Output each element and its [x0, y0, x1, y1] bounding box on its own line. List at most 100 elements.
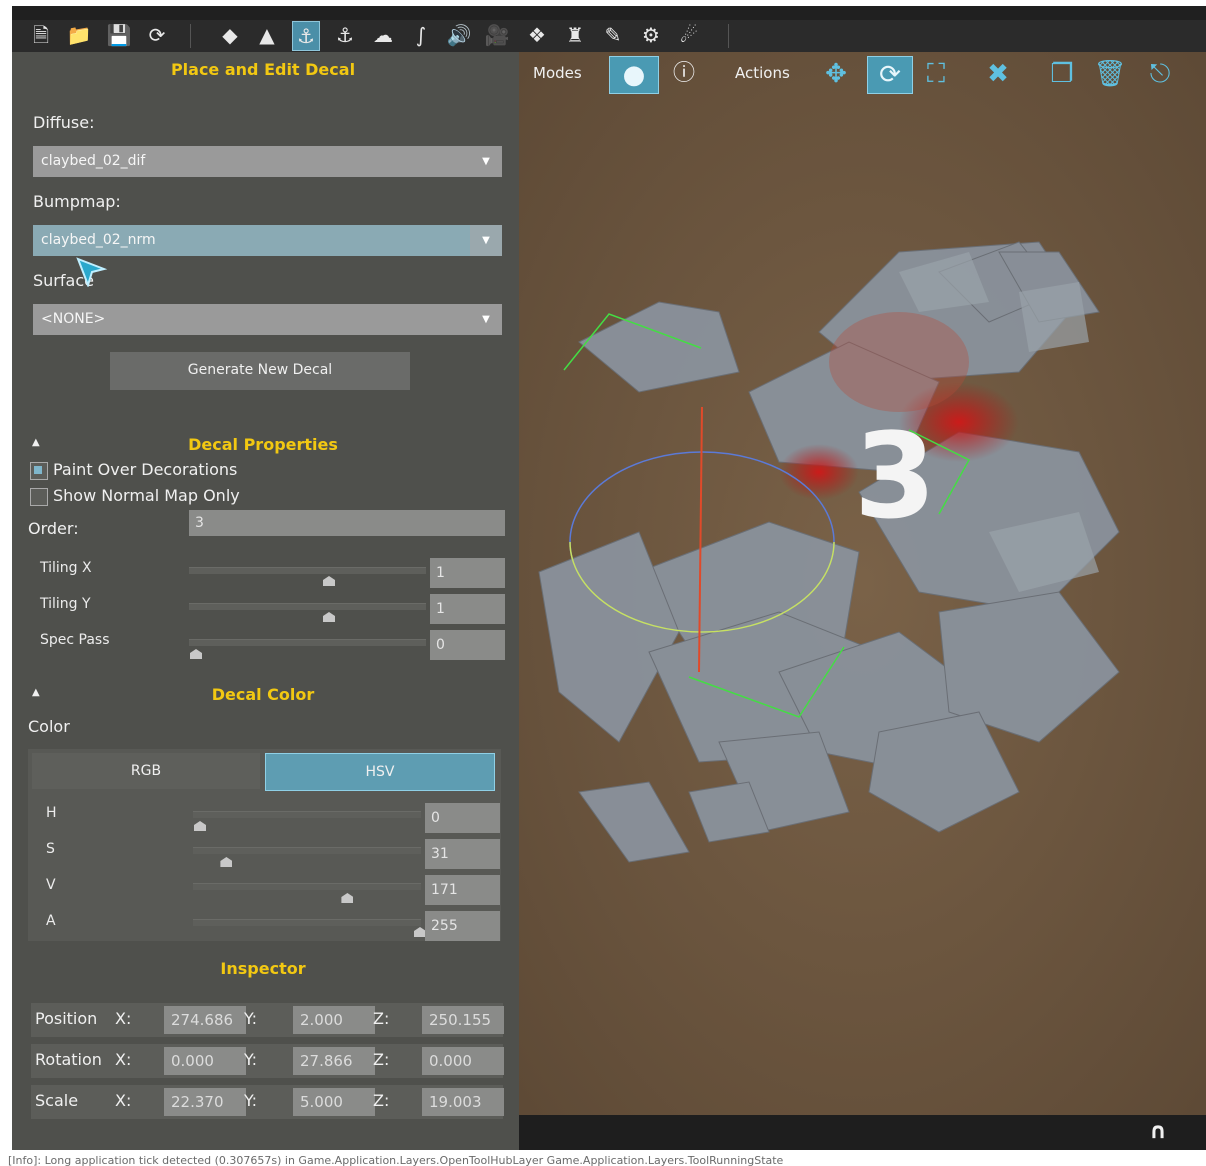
paint-icon[interactable]: ✎ [600, 21, 626, 49]
viewport-toolbar: Modes ● ⓘ Actions ✥ ⟳ ⛶ ✖ ❐ 🗑 ⎋ [519, 52, 1206, 96]
rotate-icon[interactable]: ⟳ [867, 56, 913, 94]
tiling-y-slider[interactable] [189, 603, 426, 610]
duplicate-icon[interactable]: ❐ [1045, 56, 1079, 92]
tab-rgb[interactable]: RGB [32, 753, 260, 789]
z-axis-label: Z: [373, 1050, 390, 1069]
sound-icon[interactable]: 🔊 [446, 21, 472, 49]
channel-v-input[interactable]: 171 [425, 875, 500, 905]
scale-y-input[interactable]: 5.000 [293, 1088, 375, 1116]
tiling-y-label: Tiling Y [40, 596, 91, 612]
inspector-row-scale: Scale X: 22.370 Y: 5.000 Z: 19.003 [31, 1085, 504, 1119]
panel-title: Place and Edit Decal [170, 60, 356, 79]
slider-handle[interactable] [323, 612, 335, 622]
actions-label: Actions [735, 64, 790, 82]
save-icon[interactable]: 💾 [106, 21, 132, 49]
generate-decal-button[interactable]: Generate New Decal [110, 352, 410, 390]
scale-icon[interactable]: ⛶ [919, 56, 953, 92]
diffuse-dropdown[interactable]: claybed_02_dif ▼ [33, 146, 502, 177]
channel-a-slider[interactable] [193, 919, 421, 926]
color-picker: RGB HSV H 0 S 31 V 171 A 255 [28, 749, 501, 941]
scale-x-input[interactable]: 22.370 [164, 1088, 246, 1116]
slider-handle[interactable] [194, 821, 206, 831]
mesh-icon[interactable]: ❖ [524, 21, 550, 49]
diffuse-value: claybed_02_dif [41, 153, 146, 169]
decal-mode-icon[interactable]: ● [609, 56, 659, 94]
river-icon[interactable]: ∫ [408, 21, 434, 49]
info-icon[interactable]: ⓘ [667, 56, 701, 92]
position-y-input[interactable]: 2.000 [293, 1006, 375, 1034]
shape-icon[interactable]: ♜ [562, 21, 588, 49]
bumpmap-label: Bumpmap: [33, 192, 121, 211]
rotation-y-input[interactable]: 27.866 [293, 1047, 375, 1075]
camera-icon[interactable]: 🎥 [484, 21, 510, 49]
channel-h-label: H [46, 805, 57, 821]
row-label: Scale [35, 1091, 79, 1110]
spec-pass-input[interactable]: 0 [430, 630, 505, 660]
order-input[interactable]: 3 [189, 510, 505, 536]
tiling-x-input[interactable]: 1 [430, 558, 505, 588]
channel-s-slider[interactable] [193, 847, 421, 854]
x-axis-label: X: [115, 1009, 132, 1028]
channel-s-label: S [46, 841, 55, 857]
slider-handle[interactable] [190, 649, 202, 659]
channel-a-input[interactable]: 255 [425, 911, 500, 941]
main-toolbar: 🗎 📁 💾 ⟳ ◆ ▲ ⚓ ⚓ ☁ ∫ 🔊 🎥 ❖ ♜ ✎ ⚙ ☄ [12, 20, 1206, 52]
y-axis-label: Y: [244, 1009, 258, 1028]
z-axis-label: Z: [373, 1091, 390, 1110]
surface-dropdown[interactable]: <NONE> ▼ [33, 304, 502, 335]
terrain-icon[interactable]: ◆ [217, 21, 243, 49]
decal-edit-icon[interactable]: ⚓ [332, 21, 358, 49]
diffuse-label: Diffuse: [33, 113, 95, 132]
spec-pass-slider[interactable] [189, 639, 426, 646]
channel-h-input[interactable]: 0 [425, 803, 500, 833]
scale-z-input[interactable]: 19.003 [422, 1088, 504, 1116]
forest-icon[interactable]: ▲ [254, 21, 280, 49]
tiling-x-label: Tiling X [40, 560, 92, 576]
open-folder-icon[interactable]: 📁 [66, 21, 92, 49]
position-z-input[interactable]: 250.155 [422, 1006, 504, 1034]
paint-over-checkbox[interactable] [30, 462, 48, 480]
spec-pass-label: Spec Pass [40, 632, 110, 648]
channel-v-slider[interactable] [193, 883, 421, 890]
slider-handle[interactable] [323, 576, 335, 586]
pin-icon[interactable]: ☄ [676, 21, 702, 49]
gear-icon[interactable]: ⚙ [638, 21, 664, 49]
position-x-input[interactable]: 274.686 [164, 1006, 246, 1034]
trash-icon[interactable]: 🗑 [1093, 56, 1127, 92]
slider-handle[interactable] [220, 857, 233, 867]
z-axis-label: Z: [373, 1009, 390, 1028]
chevron-down-icon: ▼ [482, 156, 490, 167]
normal-only-checkbox[interactable] [30, 488, 48, 506]
tab-hsv[interactable]: HSV [265, 753, 495, 791]
top-strip [12, 6, 1206, 20]
toolbar-divider [190, 24, 191, 48]
channel-s-input[interactable]: 31 [425, 839, 500, 869]
magnet-icon[interactable]: ∩ [1149, 1119, 1167, 1144]
channel-h-slider[interactable] [193, 811, 421, 818]
x-axis-label: X: [115, 1050, 132, 1069]
scene-viewport[interactable]: 3 Modes ● ⓘ Actions ✥ ⟳ ⛶ ✖ ❐ 🗑 ⎋ [519, 52, 1206, 1115]
channel-v-label: V [46, 877, 56, 893]
move-icon[interactable]: ✥ [819, 56, 853, 92]
cloud-icon[interactable]: ☁ [370, 21, 396, 49]
rotation-x-input[interactable]: 0.000 [164, 1047, 246, 1075]
rotation-z-input[interactable]: 0.000 [422, 1047, 504, 1075]
snap-to-ground-icon[interactable]: ⎋ [1143, 56, 1177, 92]
y-axis-label: Y: [244, 1050, 258, 1069]
delete-decal-icon[interactable]: ✖ [981, 56, 1015, 92]
decal-editor-panel: Place and Edit Decal Diffuse: claybed_02… [12, 52, 519, 1150]
decal-properties-title: Decal Properties [188, 435, 338, 454]
tiling-x-slider[interactable] [189, 567, 426, 574]
row-label: Position [35, 1009, 98, 1028]
toolbar-divider [728, 24, 729, 48]
refresh-icon[interactable]: ⟳ [144, 21, 170, 49]
bumpmap-dropdown[interactable]: claybed_02_nrm ▼ [33, 225, 502, 256]
y-axis-label: Y: [244, 1091, 258, 1110]
mouse-cursor-icon [76, 257, 108, 287]
inspector-row-position: Position X: 274.686 Y: 2.000 Z: 250.155 [31, 1003, 504, 1037]
tiling-y-input[interactable]: 1 [430, 594, 505, 624]
new-file-icon[interactable]: 🗎 [28, 21, 54, 49]
decal-icon[interactable]: ⚓ [292, 21, 320, 51]
decal-number-text: 3 [854, 407, 937, 545]
slider-handle[interactable] [341, 893, 354, 903]
